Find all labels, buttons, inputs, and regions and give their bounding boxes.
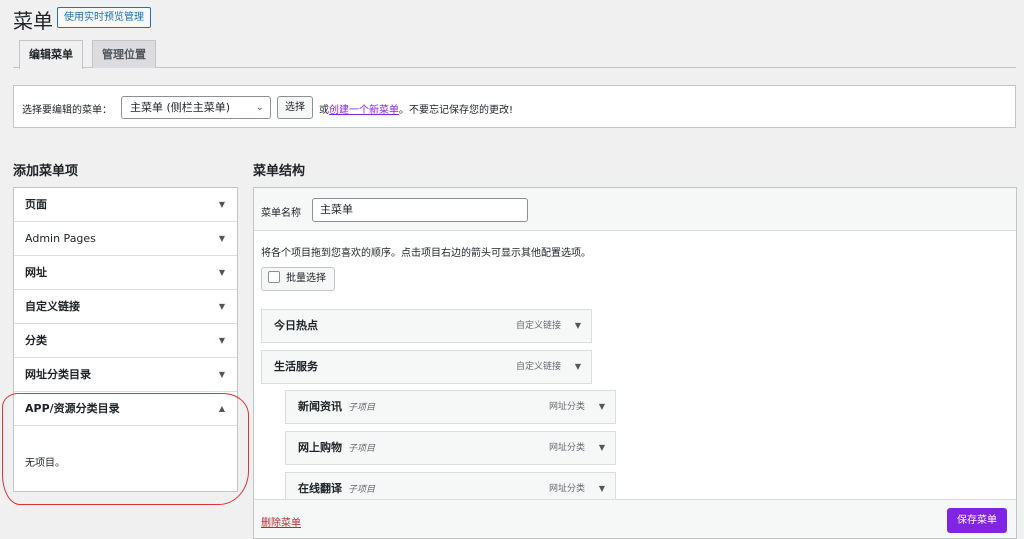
- section-label: Admin Pages: [25, 232, 96, 245]
- note-suffix: 。不要忘记保存您的更改!: [399, 105, 514, 116]
- live-preview-button[interactable]: 使用实时预览管理: [57, 7, 151, 28]
- menu-item[interactable]: 新闻资讯 子项目 网址分类 ▼: [285, 390, 616, 424]
- caret-down-icon[interactable]: ▼: [599, 432, 605, 464]
- chevron-down-icon: ⌄: [255, 102, 264, 113]
- delete-menu-link[interactable]: 删除菜单: [261, 514, 301, 529]
- page-title: 菜单: [13, 9, 53, 33]
- section-label: 页面: [25, 198, 47, 211]
- caret-up-icon: ▲: [218, 404, 225, 413]
- checkbox-icon[interactable]: [268, 271, 280, 283]
- caret-down-icon: ▼: [218, 370, 225, 379]
- menu-item-type: 网址分类: [548, 443, 585, 453]
- menu-item-type: 自定义链接: [515, 362, 561, 372]
- menu-structure-title: 菜单结构: [253, 164, 306, 179]
- caret-down-icon[interactable]: ▼: [599, 391, 605, 423]
- menu-item-type: 自定义链接: [515, 321, 561, 331]
- caret-down-icon[interactable]: ▼: [575, 351, 581, 383]
- tab-manage-locations[interactable]: 管理位置: [92, 40, 156, 68]
- menu-item[interactable]: 生活服务 自定义链接 ▼: [261, 350, 592, 384]
- section-label: 网址: [25, 266, 47, 279]
- section-label: 分类: [25, 334, 47, 347]
- bulk-select-label: 批量选择: [286, 273, 326, 284]
- caret-down-icon: ▼: [218, 200, 225, 209]
- note-prefix: 或: [319, 105, 329, 116]
- caret-down-icon: ▼: [218, 268, 225, 277]
- section-label: 网址分类目录: [25, 368, 91, 381]
- menu-item-title: 生活服务: [274, 360, 318, 373]
- accordion-urls[interactable]: 网址 ▼: [14, 256, 237, 290]
- bulk-select-toggle[interactable]: 批量选择: [261, 267, 335, 291]
- drag-instructions: 将各个项目拖到您喜欢的顺序。点击项目右边的箭头可显示其他配置选项。: [261, 248, 591, 259]
- caret-down-icon: ▼: [218, 336, 225, 345]
- section-label: APP/资源分类目录: [25, 402, 120, 415]
- menu-item[interactable]: 网上购物 子项目 网址分类 ▼: [285, 431, 616, 465]
- sub-item-label: 子项目: [348, 403, 376, 413]
- empty-text: 无项目。: [25, 458, 65, 469]
- menu-name-input[interactable]: 主菜单: [312, 198, 528, 222]
- create-menu-link[interactable]: 创建一个新菜单: [329, 105, 399, 116]
- menu-item-type: 网址分类: [548, 402, 585, 412]
- menu-item-title: 在线翻译: [298, 482, 342, 495]
- menu-item-title: 新闻资讯: [298, 400, 342, 413]
- menu-select-value: 主菜单 (侧栏主菜单): [130, 101, 231, 114]
- accordion-custom-links[interactable]: 自定义链接 ▼: [14, 290, 237, 324]
- sub-item-label: 子项目: [348, 485, 376, 495]
- menu-item-title: 今日热点: [274, 319, 318, 332]
- accordion-admin-pages[interactable]: Admin Pages ▼: [14, 222, 237, 256]
- nav-tabs: 编辑菜单 管理位置: [13, 40, 1016, 69]
- select-menu-label: 选择要编辑的菜单：: [22, 105, 112, 116]
- accordion-url-categories[interactable]: 网址分类目录 ▼: [14, 358, 237, 392]
- caret-down-icon[interactable]: ▼: [575, 310, 581, 342]
- select-note: 或创建一个新菜单。不要忘记保存您的更改!: [319, 101, 513, 116]
- select-button[interactable]: 选择: [277, 96, 313, 119]
- menu-structure-panel: 菜单名称 主菜单 将各个项目拖到您喜欢的顺序。点击项目右边的箭头可显示其他配置选…: [253, 187, 1017, 539]
- add-items-title: 添加菜单项: [13, 164, 79, 179]
- section-label: 自定义链接: [25, 300, 80, 313]
- caret-down-icon: ▼: [218, 302, 225, 311]
- accordion-app-categories[interactable]: APP/资源分类目录 ▲: [14, 392, 237, 426]
- menu-name-bar: 菜单名称 主菜单: [254, 188, 1016, 231]
- menu-structure-footer: 删除菜单 保存菜单: [254, 499, 1016, 538]
- save-menu-button[interactable]: 保存菜单: [947, 508, 1007, 533]
- caret-down-icon: ▼: [218, 234, 225, 243]
- sub-item-label: 子项目: [348, 444, 376, 454]
- add-items-accordion: 页面 ▼ Admin Pages ▼ 网址 ▼ 自定义链接 ▼ 分类 ▼ 网址分类目录 ▼ …: [13, 187, 238, 492]
- accordion-categories[interactable]: 分类 ▼: [14, 324, 237, 358]
- tab-edit-menus[interactable]: 编辑菜单: [19, 40, 83, 69]
- menu-item[interactable]: 今日热点 自定义链接 ▼: [261, 309, 592, 343]
- menu-select-bar: 选择要编辑的菜单： 主菜单 (侧栏主菜单) ⌄ 选择 或创建一个新菜单。不要忘记…: [13, 85, 1016, 128]
- accordion-app-categories-body: 无项目。: [14, 426, 237, 491]
- menu-name-label: 菜单名称: [261, 208, 301, 219]
- accordion-pages[interactable]: 页面 ▼: [14, 188, 237, 222]
- menu-select[interactable]: 主菜单 (侧栏主菜单) ⌄: [121, 96, 271, 119]
- menu-item-title: 网上购物: [298, 441, 342, 454]
